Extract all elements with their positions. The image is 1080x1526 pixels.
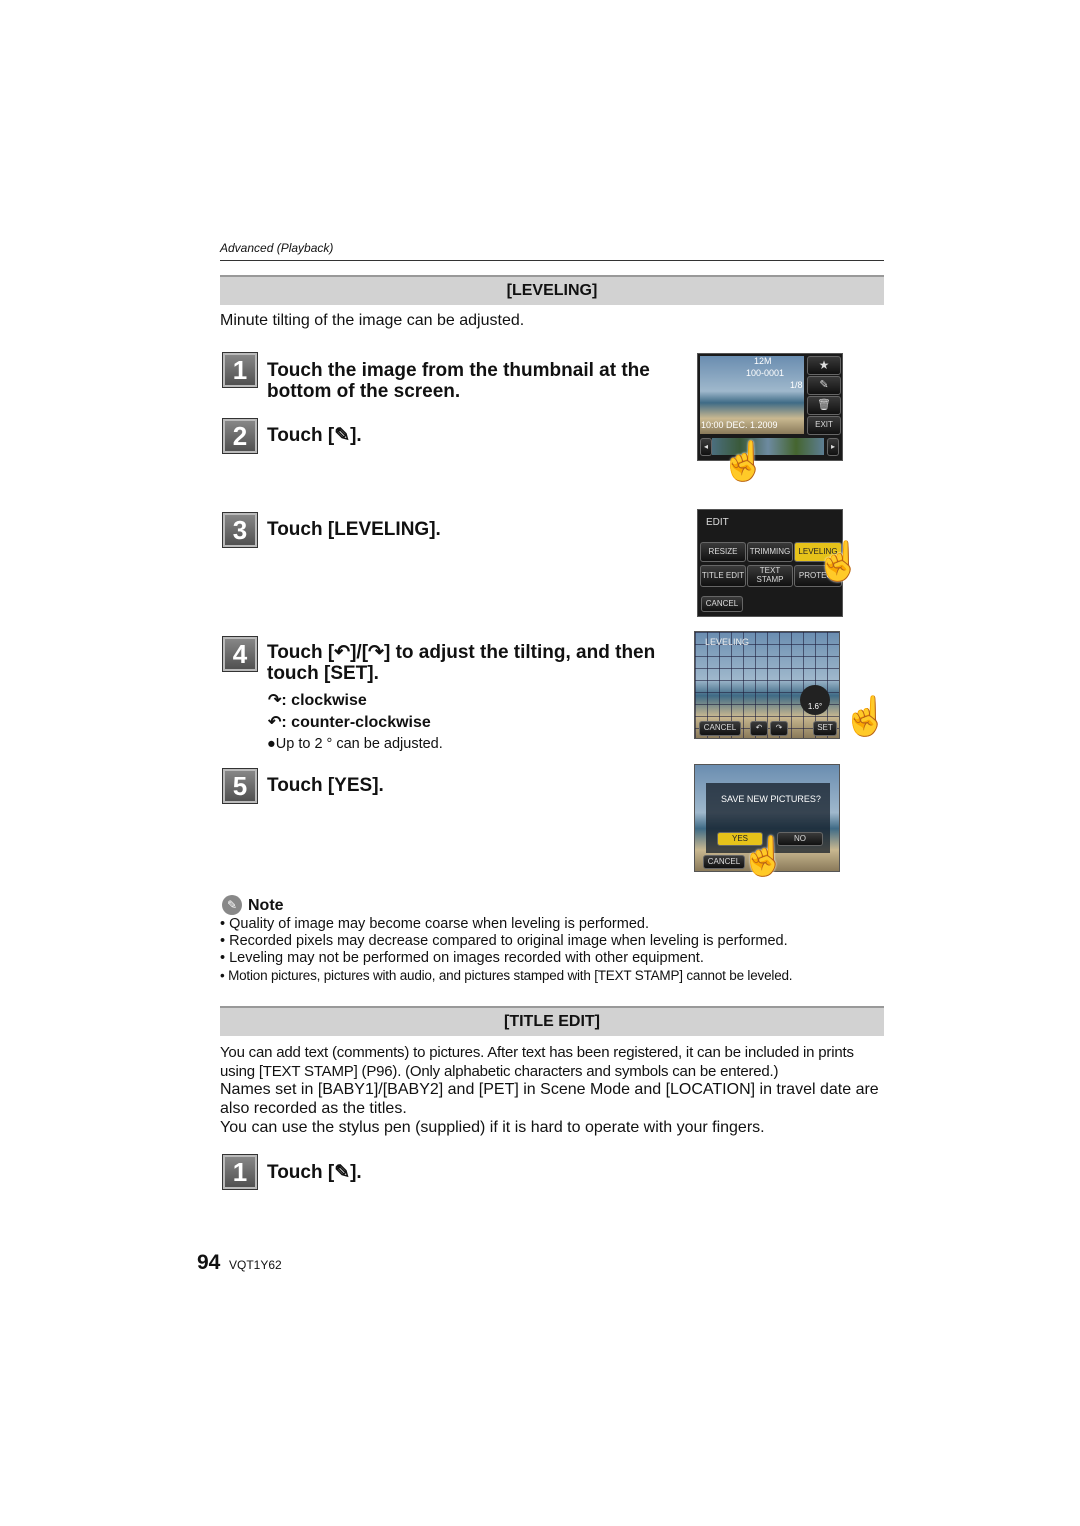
counter-clockwise-legend: ↶: counter-clockwise <box>268 712 431 732</box>
step-number-1: 1 <box>222 1154 258 1190</box>
angle-indicator: 1.6° <box>800 685 830 715</box>
folder-number: 100-0001 <box>746 368 785 378</box>
next-arrow-icon[interactable]: ▸ <box>827 438 839 456</box>
trimming-button[interactable]: TRIMMING <box>747 542 793 562</box>
note-title: Note <box>248 897 284 914</box>
edit-icon: ✎ <box>334 1162 351 1183</box>
camera-screen-playback: 12M 100-0001 1/8 10:00 DEC. 1.2009 ★ ✎ 🗑… <box>697 353 843 461</box>
image-count: 1/8 <box>790 380 803 390</box>
cancel-button[interactable]: CANCEL <box>699 721 741 736</box>
step-number-1: 1 <box>222 352 258 388</box>
section-title-leveling: [LEVELING] <box>220 275 884 305</box>
resize-button[interactable]: RESIZE <box>700 542 746 562</box>
edit-menu-title: EDIT <box>706 517 729 528</box>
note-item: • Leveling may not be performed on image… <box>220 950 704 966</box>
note-text: Recorded pixels may decrease compared to… <box>229 933 788 949</box>
clockwise-icon: ↷ <box>368 642 384 663</box>
page-number: 94 <box>197 1251 221 1274</box>
step-number-3: 3 <box>222 512 258 548</box>
counter-clockwise-icon: ↶ <box>334 642 351 663</box>
header-rule <box>220 260 884 261</box>
camera-screen-leveling: LEVELING 1.6° CANCEL ↶ ↷ SET <box>694 631 840 739</box>
leveling-title: LEVELING <box>705 637 750 647</box>
step-text: ]. <box>350 1162 362 1183</box>
step-number-5: 5 <box>222 768 258 804</box>
counter-clockwise-button[interactable]: ↶ <box>750 721 768 736</box>
section-title-title-edit: [TITLE EDIT] <box>220 1006 884 1036</box>
touch-hand-icon: ☝ <box>720 441 768 483</box>
save-question: SAVE NEW PICTURES? <box>721 794 821 804</box>
running-header: Advanced (Playback) <box>220 241 334 255</box>
document-code: VQT1Y62 <box>229 1258 282 1272</box>
manual-page: Advanced (Playback) [LEVELING] Minute ti… <box>0 0 1080 1526</box>
title-edit-step-1-text: Touch [✎]. <box>267 1162 362 1183</box>
legend-text: : clockwise <box>281 692 367 709</box>
edit-icon: ✎ <box>334 425 351 446</box>
step-4-bullet: ●Up to 2 ° can be adjusted. <box>267 736 443 752</box>
note-pencil-icon: ✎ <box>222 895 242 915</box>
step-number-4: 4 <box>222 636 258 672</box>
touch-hand-icon: ☝ <box>740 836 788 878</box>
step-text: Touch [ <box>267 1162 335 1183</box>
step-2-text: Touch [✎]. <box>267 425 362 446</box>
step-text: ]/[ <box>350 642 369 663</box>
counter-clockwise-icon: ↶ <box>268 714 282 731</box>
step-5-text: Touch [YES]. <box>267 775 384 796</box>
exit-button[interactable]: EXIT <box>807 416 841 435</box>
title-edit-para-1: You can add text (comments) to pictures.… <box>220 1044 854 1080</box>
quality-label: 12M <box>754 356 772 366</box>
step-text: ]. <box>350 425 362 446</box>
title-edit-button[interactable]: TITLE EDIT <box>700 565 746 587</box>
cancel-button[interactable]: CANCEL <box>701 596 743 612</box>
step-1-text: Touch the image from the thumbnail at th… <box>267 360 650 402</box>
touch-hand-icon: ☝ <box>842 696 890 738</box>
cancel-button[interactable]: CANCEL <box>703 855 745 869</box>
text-stamp-button[interactable]: TEXT STAMP <box>747 565 793 587</box>
clockwise-legend: ↷: clockwise <box>268 690 367 710</box>
datetime: 10:00 DEC. 1.2009 <box>701 420 778 430</box>
note-item: • Recorded pixels may decrease compared … <box>220 933 788 949</box>
touch-hand-icon: ☝ <box>815 541 863 583</box>
note-item: • Quality of image may become coarse whe… <box>220 916 650 932</box>
note-text: Leveling may not be performed on images … <box>229 950 704 966</box>
step-text: Touch [ <box>267 642 335 663</box>
note-item: • Motion pictures, pictures with audio, … <box>220 968 793 983</box>
clockwise-button[interactable]: ↷ <box>770 721 788 736</box>
title-edit-para-2: Names set in [BABY1]/[BABY2] and [PET] i… <box>220 1081 879 1117</box>
title-edit-para-3: You can use the stylus pen (supplied) if… <box>220 1119 765 1136</box>
prev-arrow-icon[interactable]: ◂ <box>700 438 712 456</box>
legend-text: : counter-clockwise <box>281 714 431 731</box>
note-text: Motion pictures, pictures with audio, an… <box>228 968 793 983</box>
edit-icon[interactable]: ✎ <box>807 376 841 395</box>
trash-icon[interactable]: 🗑 <box>807 396 841 415</box>
favorite-star-icon[interactable]: ★ <box>807 356 841 375</box>
set-button[interactable]: SET <box>813 721 837 736</box>
clockwise-icon: ↷ <box>268 692 282 709</box>
step-number-2: 2 <box>222 418 258 454</box>
leveling-intro: Minute tilting of the image can be adjus… <box>220 312 525 329</box>
note-text: Quality of image may become coarse when … <box>229 916 650 932</box>
step-3-text: Touch [LEVELING]. <box>267 519 441 540</box>
step-text: Touch [ <box>267 425 335 446</box>
step-4-text: Touch [↶]/[↷] to adjust the tilting, and… <box>267 642 677 684</box>
